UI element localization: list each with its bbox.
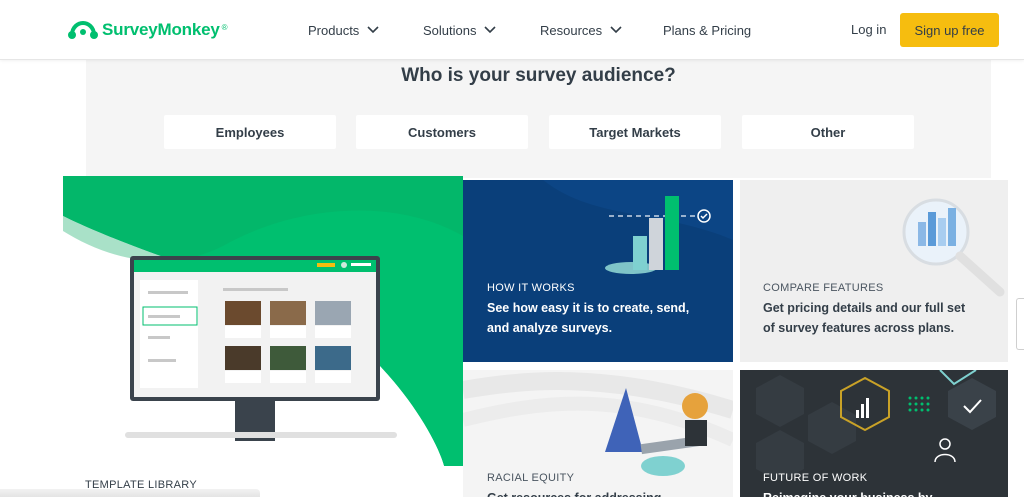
card-how-it-works[interactable]: HOW IT WORKS See how easy it is to creat… bbox=[463, 180, 733, 362]
compare-features-desc-2: of survey features across plans. bbox=[763, 321, 955, 335]
racial-equity-desc-1: Get resources for addressing bbox=[487, 488, 661, 497]
audience-option-customers[interactable]: Customers bbox=[356, 115, 528, 149]
card-compare-features[interactable]: COMPARE FEATURES Get pricing details and… bbox=[740, 180, 1008, 362]
nav-plans-pricing[interactable]: Plans & Pricing bbox=[663, 20, 751, 40]
audience-title: Who is your survey audience? bbox=[401, 65, 676, 86]
audience-option-other[interactable]: Other bbox=[742, 115, 914, 149]
nav-solutions-label: Solutions bbox=[423, 22, 477, 38]
compare-features-label: COMPARE FEATURES bbox=[763, 282, 884, 294]
surveymonkey-logo[interactable]: SurveyMonkey ® bbox=[68, 17, 228, 43]
nav-resources-label: Resources bbox=[540, 22, 603, 38]
trademark: ® bbox=[221, 22, 228, 32]
compare-features-desc-1: Get pricing details and our full set bbox=[763, 301, 966, 315]
audience-option-employees[interactable]: Employees bbox=[164, 115, 336, 149]
nav-products[interactable]: Products bbox=[308, 20, 379, 40]
nav-products-label: Products bbox=[308, 22, 360, 38]
nav-resources[interactable]: Resources bbox=[540, 20, 622, 40]
card-template-library[interactable]: TEMPLATE LIBRARY bbox=[63, 176, 463, 497]
nav-plans-label: Plans & Pricing bbox=[663, 22, 752, 38]
chevron-down-icon bbox=[367, 26, 379, 34]
how-it-works-label: HOW IT WORKS bbox=[487, 282, 575, 294]
racial-equity-label: RACIAL EQUITY bbox=[487, 472, 575, 484]
monkey-logo-icon bbox=[68, 20, 98, 39]
how-it-works-desc-2: and analyze surveys. bbox=[487, 321, 613, 335]
bottom-bar-edge bbox=[0, 489, 260, 497]
feedback-tab[interactable] bbox=[1016, 298, 1024, 350]
chevron-down-icon bbox=[610, 26, 622, 34]
audience-option-target-markets[interactable]: Target Markets bbox=[549, 115, 721, 149]
how-it-works-desc-1: See how easy it is to create, send, bbox=[487, 301, 690, 315]
site-header: SurveyMonkey ® Products Solutions Resour… bbox=[0, 0, 1024, 60]
chevron-down-icon bbox=[484, 26, 497, 34]
hexagon-illustration bbox=[756, 370, 996, 480]
audience-section: Who is your survey audience? Employees C… bbox=[86, 60, 991, 178]
future-of-work-label: FUTURE OF WORK bbox=[763, 472, 868, 484]
login-link[interactable]: Log in bbox=[851, 22, 886, 37]
nav-solutions[interactable]: Solutions bbox=[423, 20, 497, 40]
card-future-of-work[interactable]: FUTURE OF WORK Reimagine your business b… bbox=[740, 370, 1008, 497]
signup-button[interactable]: Sign up free bbox=[900, 13, 999, 47]
bar-chart-illustration bbox=[543, 180, 733, 274]
card-racial-equity[interactable]: RACIAL EQUITY Get resources for addressi… bbox=[463, 370, 733, 497]
brand-name: SurveyMonkey bbox=[102, 20, 220, 39]
template-library-illustration bbox=[63, 176, 463, 466]
future-of-work-desc-1: Reimagine your business by bbox=[763, 488, 933, 497]
